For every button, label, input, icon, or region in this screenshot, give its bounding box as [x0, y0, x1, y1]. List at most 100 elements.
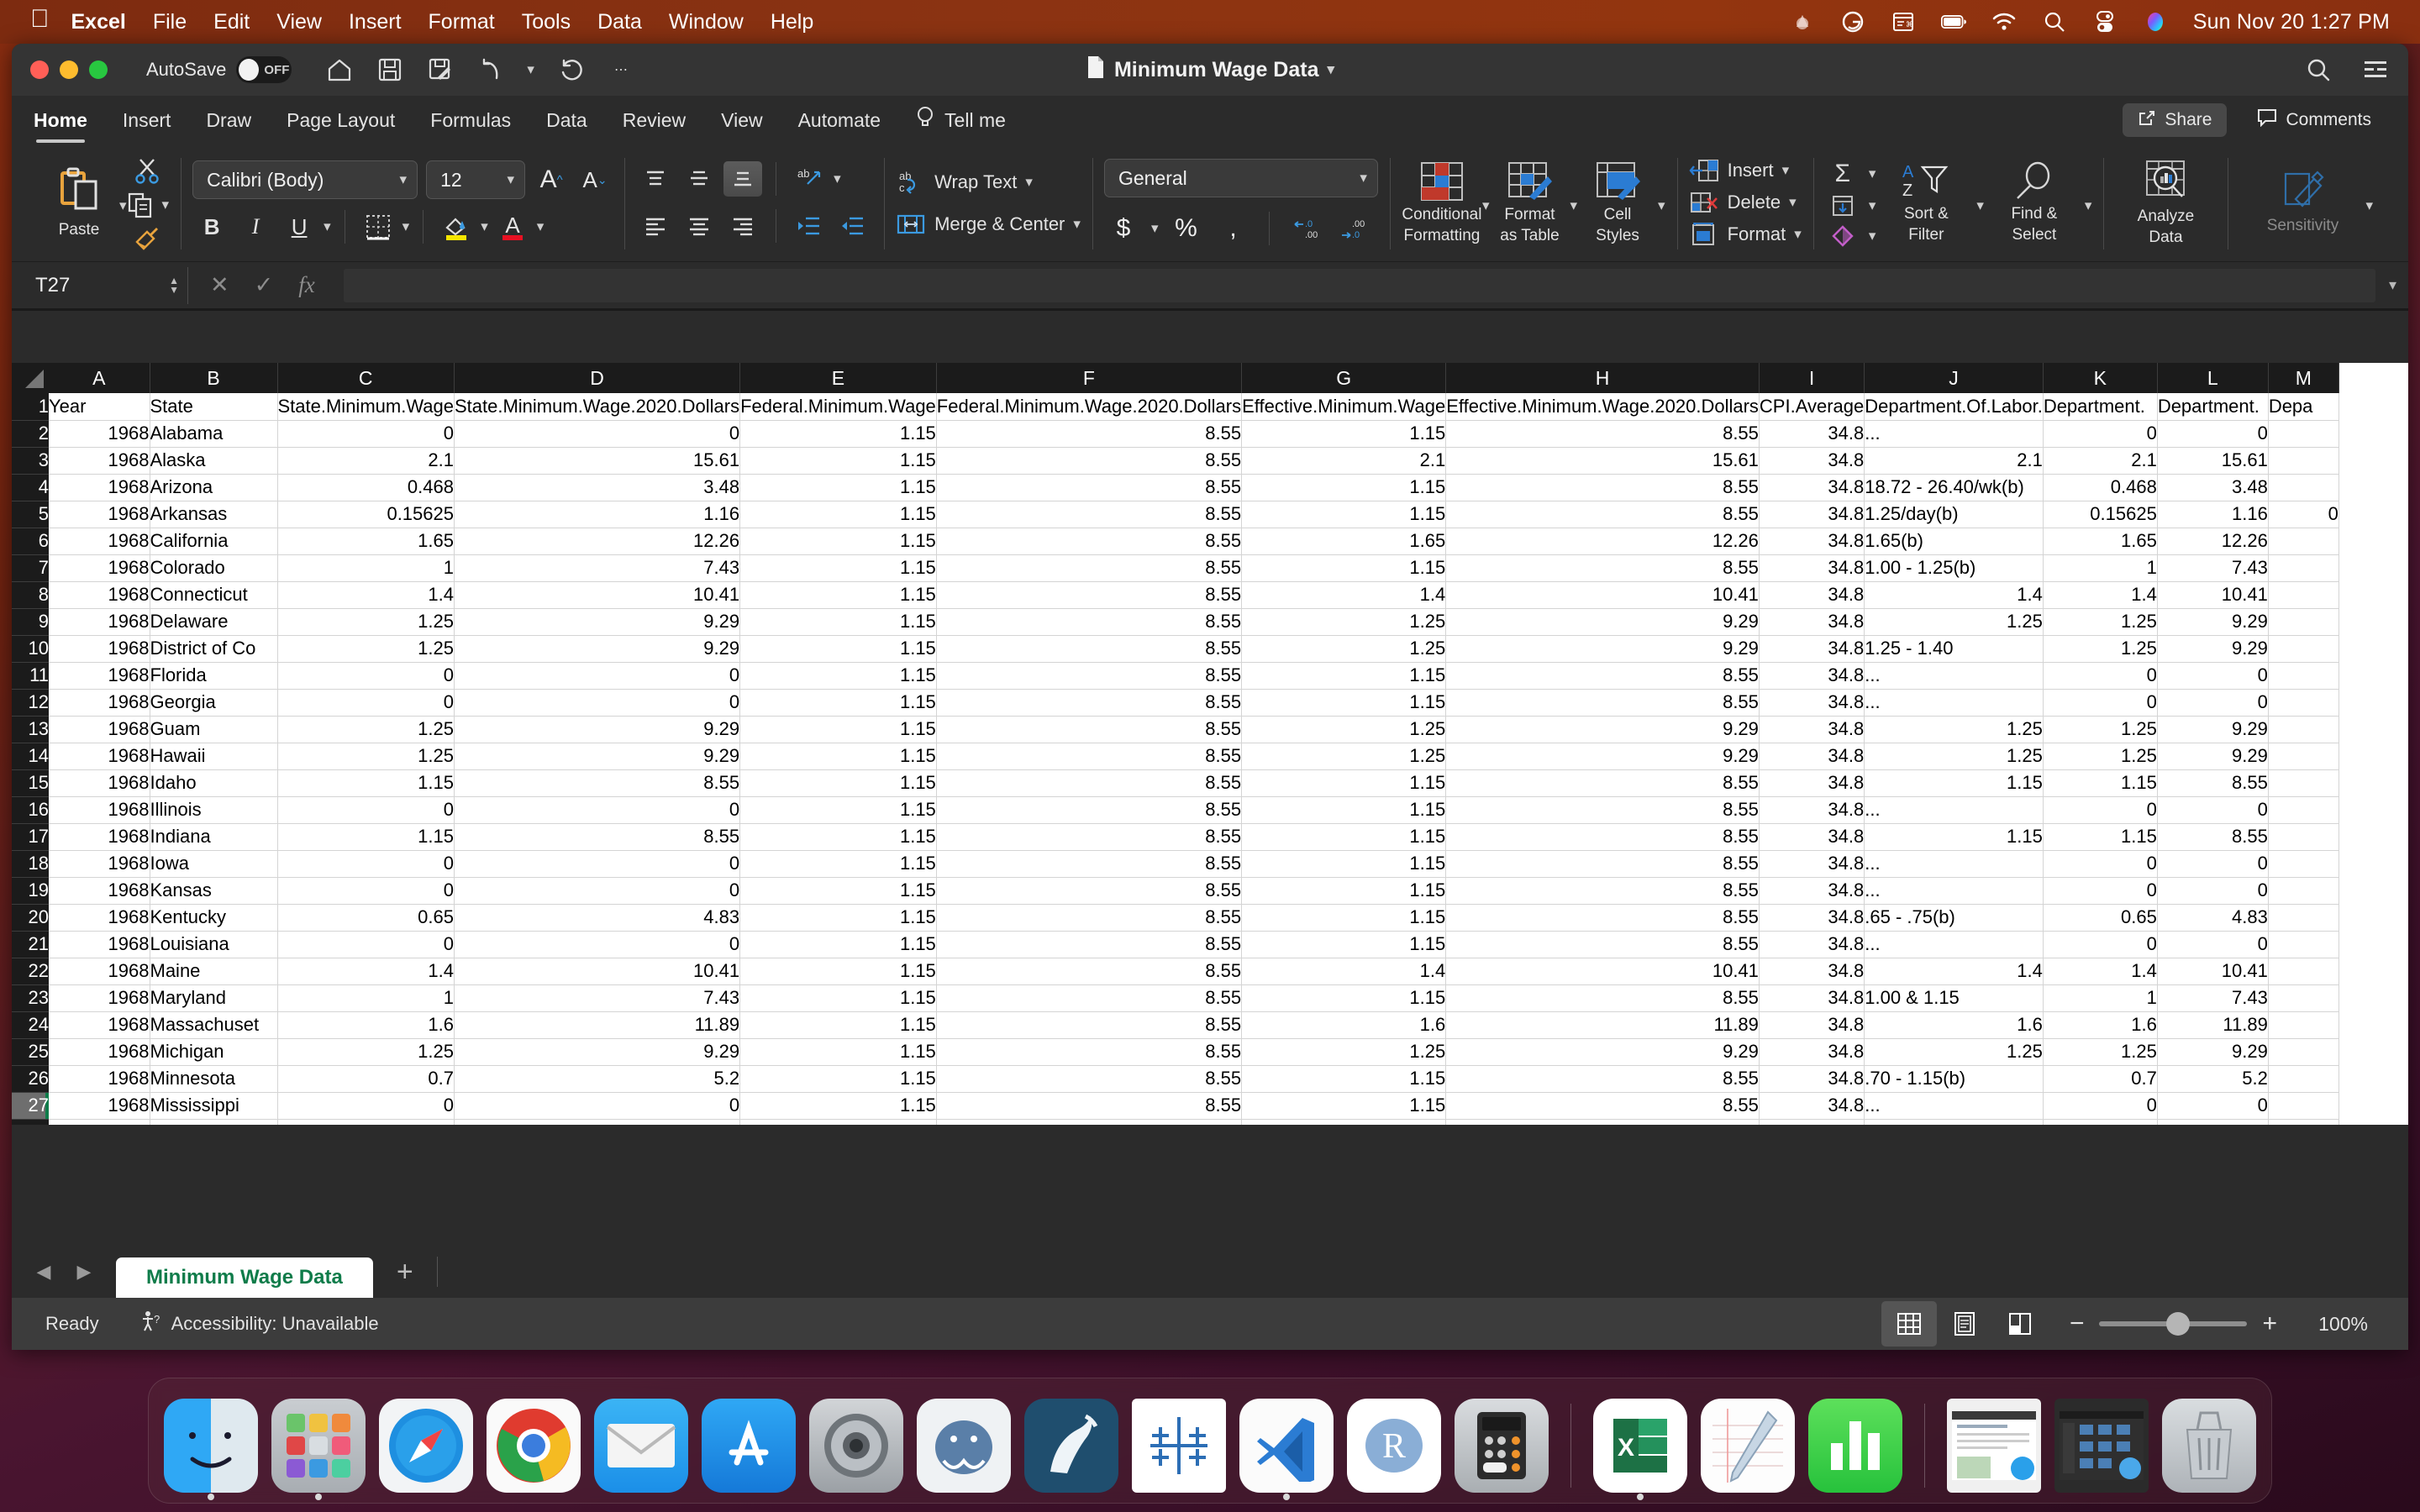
menu-item-edit[interactable]: Edit [213, 10, 250, 34]
cell-styles-chevron-down-icon[interactable]: ▾ [1658, 197, 1665, 214]
data-cell[interactable]: 0 [277, 931, 454, 958]
table-row[interactable]: 131968Guam1.259.291.158.551.259.2934.81.… [12, 716, 2338, 743]
menu-item-excel[interactable]: Excel [71, 10, 126, 34]
data-cell[interactable]: 8.55 [454, 823, 739, 850]
data-cell[interactable]: 5.2 [2157, 1065, 2268, 1092]
table-row[interactable]: 101968District of Co1.259.291.158.551.25… [12, 635, 2338, 662]
data-cell[interactable]: 10.41 [1446, 581, 1760, 608]
row-header-8[interactable]: 8 [12, 581, 49, 608]
row-header-23[interactable]: 23 [12, 984, 49, 1011]
format-chevron-down-icon[interactable]: ▾ [1794, 226, 1802, 243]
italic-button[interactable]: I [236, 209, 275, 244]
data-cell[interactable]: Massachuset [150, 1011, 277, 1038]
dock-item-trash[interactable] [2162, 1399, 2256, 1493]
search-icon[interactable] [2304, 55, 2333, 84]
menu-item-window[interactable]: Window [669, 10, 744, 34]
align-top-icon[interactable] [636, 161, 675, 197]
data-cell[interactable]: 11.89 [454, 1011, 739, 1038]
data-cell[interactable]: 0 [2043, 931, 2157, 958]
apple-logo-icon[interactable]:  [30, 7, 50, 32]
data-cell[interactable]: 1968 [49, 1065, 150, 1092]
data-cell[interactable]: 8.55 [1446, 662, 1760, 689]
merge-center-chevron-down-icon[interactable]: ▾ [1073, 216, 1081, 233]
data-cell[interactable]: Illinois [150, 796, 277, 823]
data-cell[interactable]: 8.55 [2157, 769, 2268, 796]
data-cell[interactable]: 1968 [49, 1038, 150, 1065]
data-cell[interactable]: 10.41 [454, 581, 739, 608]
row-header-11[interactable]: 11 [12, 662, 49, 689]
data-cell[interactable] [2268, 823, 2338, 850]
data-cell[interactable]: 0 [454, 931, 739, 958]
data-cell[interactable]: 10.41 [1446, 958, 1760, 984]
tab-draw[interactable]: Draw [206, 109, 251, 132]
data-cell[interactable]: 1968 [49, 474, 150, 501]
column-header-c[interactable]: C [277, 363, 454, 393]
data-cell[interactable]: 10.41 [2157, 581, 2268, 608]
redo-icon[interactable] [556, 55, 585, 84]
dock-item-mail[interactable] [594, 1399, 688, 1493]
copy-button[interactable]: ▾ [127, 192, 170, 218]
fill-color-chevron-down-icon[interactable]: ▾ [481, 218, 488, 235]
data-cell[interactable]: 1.25 [277, 608, 454, 635]
data-cell[interactable]: 8.55 [936, 823, 1241, 850]
row-header-1[interactable]: 1 [12, 393, 49, 420]
data-cell[interactable]: 1.15 [1242, 474, 1446, 501]
page-break-preview-icon[interactable] [1992, 1301, 2048, 1347]
table-row[interactable]: 211968Louisiana001.158.551.158.5534.8...… [12, 931, 2338, 958]
data-cell[interactable]: 8.55 [936, 662, 1241, 689]
data-cell[interactable]: 34.8 [1759, 984, 1864, 1011]
data-cell[interactable]: 1.25 [1865, 716, 2044, 743]
data-cell[interactable]: 1.15 [1242, 904, 1446, 931]
data-cell[interactable]: 1.15 [1242, 1092, 1446, 1119]
data-cell[interactable]: 0 [2157, 1092, 2268, 1119]
data-cell[interactable]: 0.15625 [277, 501, 454, 528]
cloud-icon[interactable] [1790, 9, 1815, 34]
tab-review[interactable]: Review [623, 109, 686, 132]
font-name-select[interactable]: Calibri (Body) ▾ [192, 160, 418, 199]
data-cell[interactable]: 1968 [49, 447, 150, 474]
data-cell[interactable]: 8.55 [936, 1038, 1241, 1065]
dock-item-tableau[interactable] [1132, 1399, 1226, 1493]
zoom-slider[interactable] [2099, 1321, 2247, 1326]
sort-filter-button[interactable]: AZ Sort & Filter [1876, 150, 1976, 255]
data-cell[interactable]: Missouri [150, 1119, 277, 1125]
zoom-slider-handle[interactable] [2166, 1312, 2190, 1336]
insert-chevron-down-icon[interactable]: ▾ [1782, 162, 1790, 179]
data-cell[interactable]: 9.29 [2157, 608, 2268, 635]
data-cell[interactable]: 1.16 [454, 501, 739, 528]
data-cell[interactable]: 8.55 [936, 420, 1241, 447]
data-cell[interactable]: 1968 [49, 743, 150, 769]
data-cell[interactable]: 1.15 [1865, 823, 2044, 850]
data-cell[interactable]: 1.15 [277, 769, 454, 796]
data-cell[interactable]: 0 [2043, 796, 2157, 823]
data-cell[interactable]: 1.25 [1242, 743, 1446, 769]
data-cell[interactable]: 10.41 [454, 958, 739, 984]
data-cell[interactable]: 8.55 [1446, 1092, 1760, 1119]
data-cell[interactable]: Georgia [150, 689, 277, 716]
data-cell[interactable]: 8.55 [936, 635, 1241, 662]
undo-dropdown-chevron-icon[interactable]: ▾ [527, 61, 534, 78]
data-cell[interactable]: 0 [2043, 850, 2157, 877]
data-cell[interactable]: 1968 [49, 1119, 150, 1125]
data-cell[interactable]: Guam [150, 716, 277, 743]
data-cell[interactable]: 1968 [49, 662, 150, 689]
row-header-22[interactable]: 22 [12, 958, 49, 984]
data-cell[interactable]: ... [1865, 931, 2044, 958]
data-cell[interactable]: 1.15 [277, 823, 454, 850]
tab-home[interactable]: Home [34, 109, 87, 132]
data-cell[interactable]: ... [1865, 662, 2044, 689]
autosum-icon[interactable]: Σ [1825, 160, 1860, 188]
data-cell[interactable]: 0.65 [277, 904, 454, 931]
row-header-9[interactable]: 9 [12, 608, 49, 635]
data-cell[interactable] [2268, 984, 2338, 1011]
data-cell[interactable]: Delaware [150, 608, 277, 635]
data-cell[interactable]: 0.7 [277, 1065, 454, 1092]
data-cell[interactable]: 1968 [49, 931, 150, 958]
data-cell[interactable]: 9.29 [1446, 1038, 1760, 1065]
data-cell[interactable]: 1968 [49, 420, 150, 447]
data-cell[interactable] [2268, 447, 2338, 474]
row-header-27[interactable]: 27 [12, 1092, 49, 1119]
data-cell[interactable]: 1.15 [1242, 1119, 1446, 1125]
data-cell[interactable]: 1.15 [1242, 554, 1446, 581]
data-cell[interactable]: 1.4 [277, 958, 454, 984]
